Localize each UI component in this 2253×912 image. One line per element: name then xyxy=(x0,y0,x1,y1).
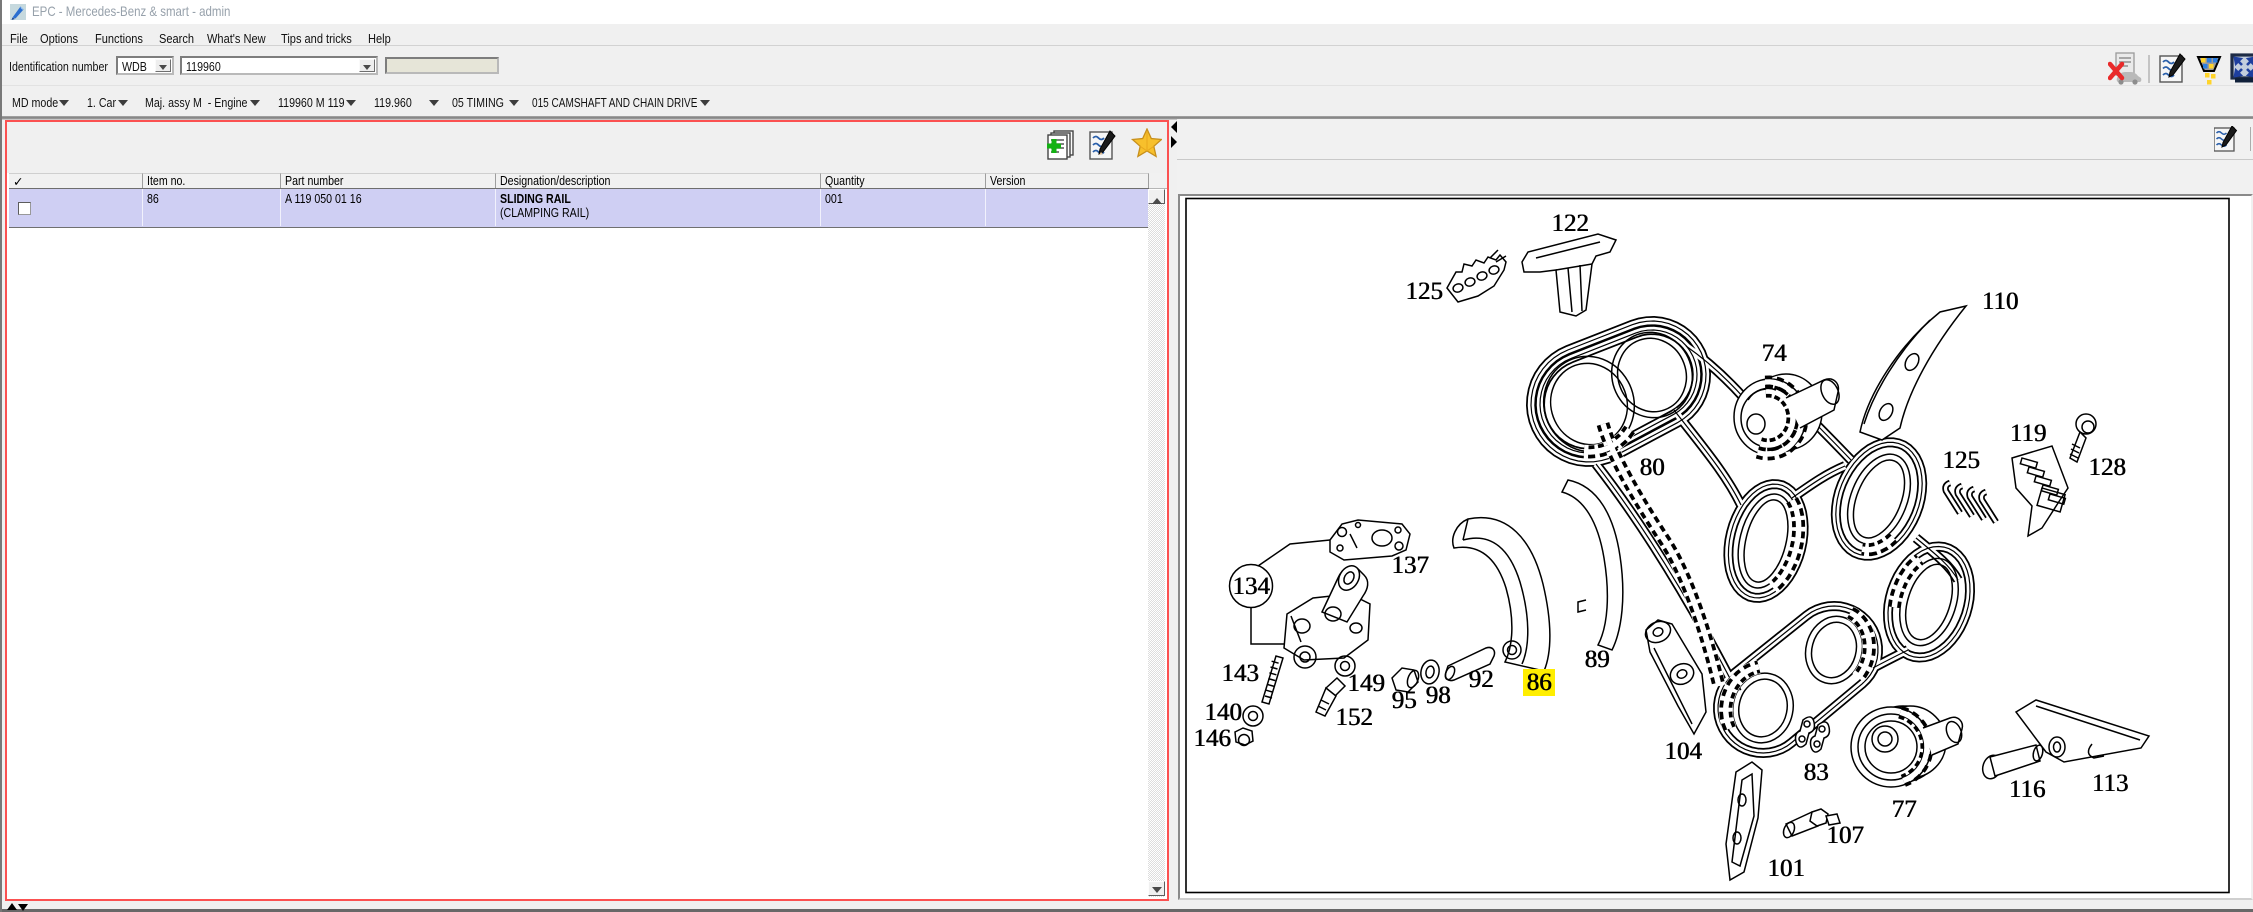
svg-text:125: 125 xyxy=(1943,447,1981,474)
svg-text:83: 83 xyxy=(1804,759,1829,786)
svg-text:104: 104 xyxy=(1665,738,1703,765)
svg-text:101: 101 xyxy=(1768,855,1806,882)
svg-text:122: 122 xyxy=(1552,210,1590,237)
svg-text:134: 134 xyxy=(1233,573,1271,600)
svg-text:110: 110 xyxy=(1982,288,2019,315)
svg-text:77: 77 xyxy=(1892,796,1917,823)
svg-text:116: 116 xyxy=(2009,776,2046,803)
svg-text:146: 146 xyxy=(1194,725,1232,752)
svg-text:98: 98 xyxy=(1426,682,1451,709)
svg-text:128: 128 xyxy=(2089,454,2127,481)
svg-text:95: 95 xyxy=(1392,687,1417,714)
svg-text:152: 152 xyxy=(1336,704,1374,731)
svg-text:137: 137 xyxy=(1392,552,1430,579)
svg-text:107: 107 xyxy=(1827,822,1865,849)
svg-text:80: 80 xyxy=(1640,454,1665,481)
svg-text:149: 149 xyxy=(1348,670,1386,697)
svg-text:119: 119 xyxy=(2010,420,2047,447)
svg-text:113: 113 xyxy=(2092,770,2129,797)
svg-text:89: 89 xyxy=(1585,646,1610,673)
svg-text:92: 92 xyxy=(1469,666,1494,693)
svg-text:86: 86 xyxy=(1527,669,1552,696)
svg-text:143: 143 xyxy=(1222,660,1260,687)
svg-text:125: 125 xyxy=(1406,278,1444,305)
svg-text:140: 140 xyxy=(1205,699,1243,726)
svg-text:74: 74 xyxy=(1762,340,1788,367)
